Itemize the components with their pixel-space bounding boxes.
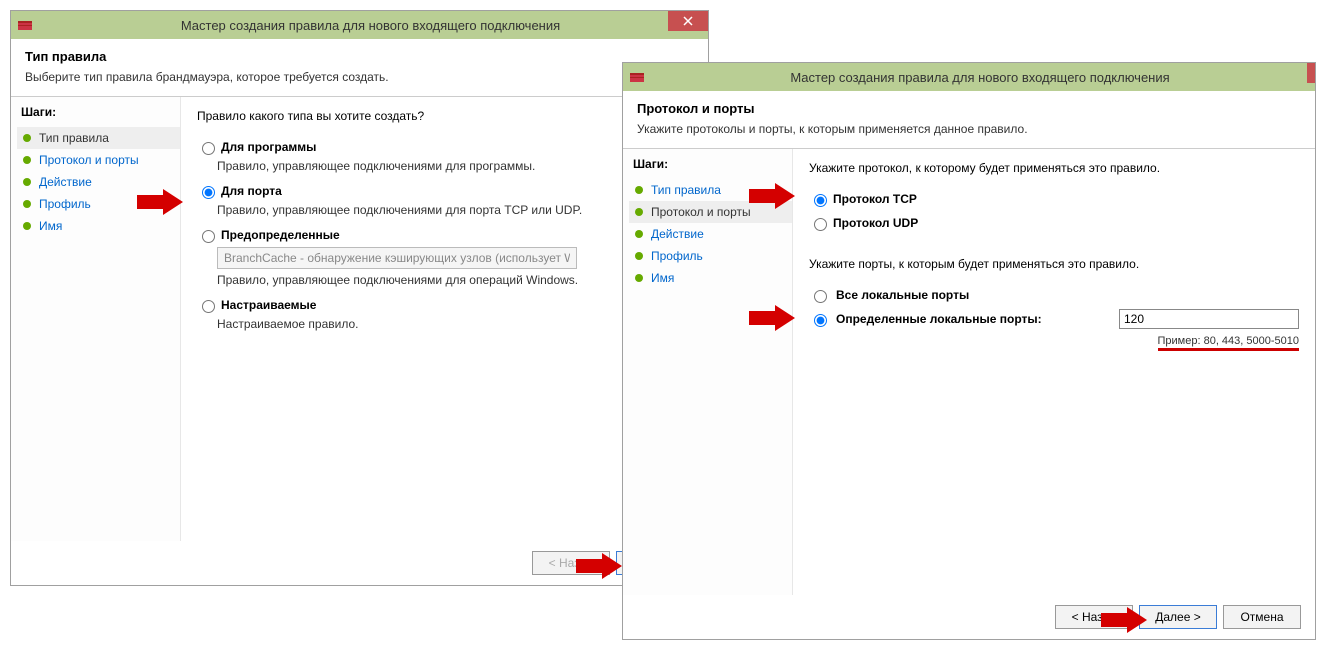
predefined-combo <box>217 247 577 269</box>
cancel-button[interactable]: Отмена <box>1223 605 1301 629</box>
step-profile[interactable]: Профиль <box>629 245 792 267</box>
step-name[interactable]: Имя <box>629 267 792 289</box>
titlebar[interactable]: Мастер создания правила для нового входя… <box>623 63 1315 91</box>
steps-heading: Шаги: <box>17 105 180 119</box>
wizard-window-rule-type: Мастер создания правила для нового входя… <box>10 10 709 586</box>
radio-port[interactable] <box>202 186 215 199</box>
content-area: Укажите протокол, к которому будет приме… <box>793 149 1315 595</box>
firewall-icon <box>629 69 645 85</box>
button-bar: < Назад Далее > Отмена <box>623 595 1315 639</box>
titlebar[interactable]: Мастер создания правила для нового входя… <box>11 11 708 39</box>
wizard-header: Протокол и порты Укажите протоколы и пор… <box>623 91 1315 149</box>
radio-all-ports[interactable] <box>814 290 827 303</box>
page-subtitle: Укажите протоколы и порты, к которым при… <box>637 122 1301 136</box>
step-name[interactable]: Имя <box>17 215 180 237</box>
ports-example-text: Пример: 80, 443, 5000-5010 <box>1158 335 1300 351</box>
option-port[interactable]: Для порта <box>197 183 692 199</box>
option-program[interactable]: Для программы <box>197 139 692 155</box>
question-ports: Укажите порты, к которым будет применять… <box>809 257 1299 271</box>
option-udp[interactable]: Протокол UDP <box>809 215 1299 231</box>
page-title: Тип правила <box>25 49 694 64</box>
firewall-icon <box>17 17 33 33</box>
steps-sidebar: Шаги: Тип правила Протокол и порты Дейст… <box>623 149 793 595</box>
button-bar: < Назад Далее > <box>11 541 708 585</box>
option-predefined-desc: Правило, управляющее подключениями для о… <box>217 273 692 287</box>
back-button: < Назад <box>532 551 610 575</box>
step-action[interactable]: Действие <box>17 171 180 193</box>
question-text: Правило какого типа вы хотите создать? <box>197 109 692 123</box>
wizard-header: Тип правила Выберите тип правила брандма… <box>11 39 708 97</box>
radio-specific-ports[interactable] <box>814 314 827 327</box>
option-tcp[interactable]: Протокол TCP <box>809 191 1299 207</box>
ports-input[interactable] <box>1119 309 1299 329</box>
option-all-ports[interactable]: Все локальные порты <box>809 287 1299 303</box>
step-protocol-ports[interactable]: Протокол и порты <box>17 149 180 171</box>
back-button[interactable]: < Назад <box>1055 605 1133 629</box>
option-program-desc: Правило, управляющее подключениями для п… <box>217 159 692 173</box>
step-rule-type[interactable]: Тип правила <box>17 127 180 149</box>
option-port-desc: Правило, управляющее подключениями для п… <box>217 203 692 217</box>
option-custom[interactable]: Настраиваемые <box>197 297 692 313</box>
steps-sidebar: Шаги: Тип правила Протокол и порты Дейст… <box>11 97 181 541</box>
close-button[interactable] <box>1307 63 1315 83</box>
radio-program[interactable] <box>202 142 215 155</box>
step-rule-type[interactable]: Тип правила <box>629 179 792 201</box>
window-title: Мастер создания правила для нового входя… <box>39 18 702 33</box>
next-button[interactable]: Далее > <box>1139 605 1217 629</box>
window-title: Мастер создания правила для нового входя… <box>651 70 1309 85</box>
option-custom-desc: Настраиваемое правило. <box>217 317 692 331</box>
question-protocol: Укажите протокол, к которому будет приме… <box>809 161 1299 175</box>
page-subtitle: Выберите тип правила брандмауэра, которо… <box>25 70 694 84</box>
close-button[interactable] <box>668 11 708 31</box>
step-protocol-ports[interactable]: Протокол и порты <box>629 201 792 223</box>
step-action[interactable]: Действие <box>629 223 792 245</box>
option-predefined[interactable]: Предопределенные <box>197 227 692 243</box>
radio-tcp[interactable] <box>814 194 827 207</box>
radio-predefined[interactable] <box>202 230 215 243</box>
radio-udp[interactable] <box>814 218 827 231</box>
steps-heading: Шаги: <box>629 157 792 171</box>
page-title: Протокол и порты <box>637 101 1301 116</box>
radio-custom[interactable] <box>202 300 215 313</box>
option-specific-ports[interactable]: Определенные локальные порты: <box>809 309 1299 329</box>
wizard-window-protocol-ports: Мастер создания правила для нового входя… <box>622 62 1316 640</box>
step-profile[interactable]: Профиль <box>17 193 180 215</box>
